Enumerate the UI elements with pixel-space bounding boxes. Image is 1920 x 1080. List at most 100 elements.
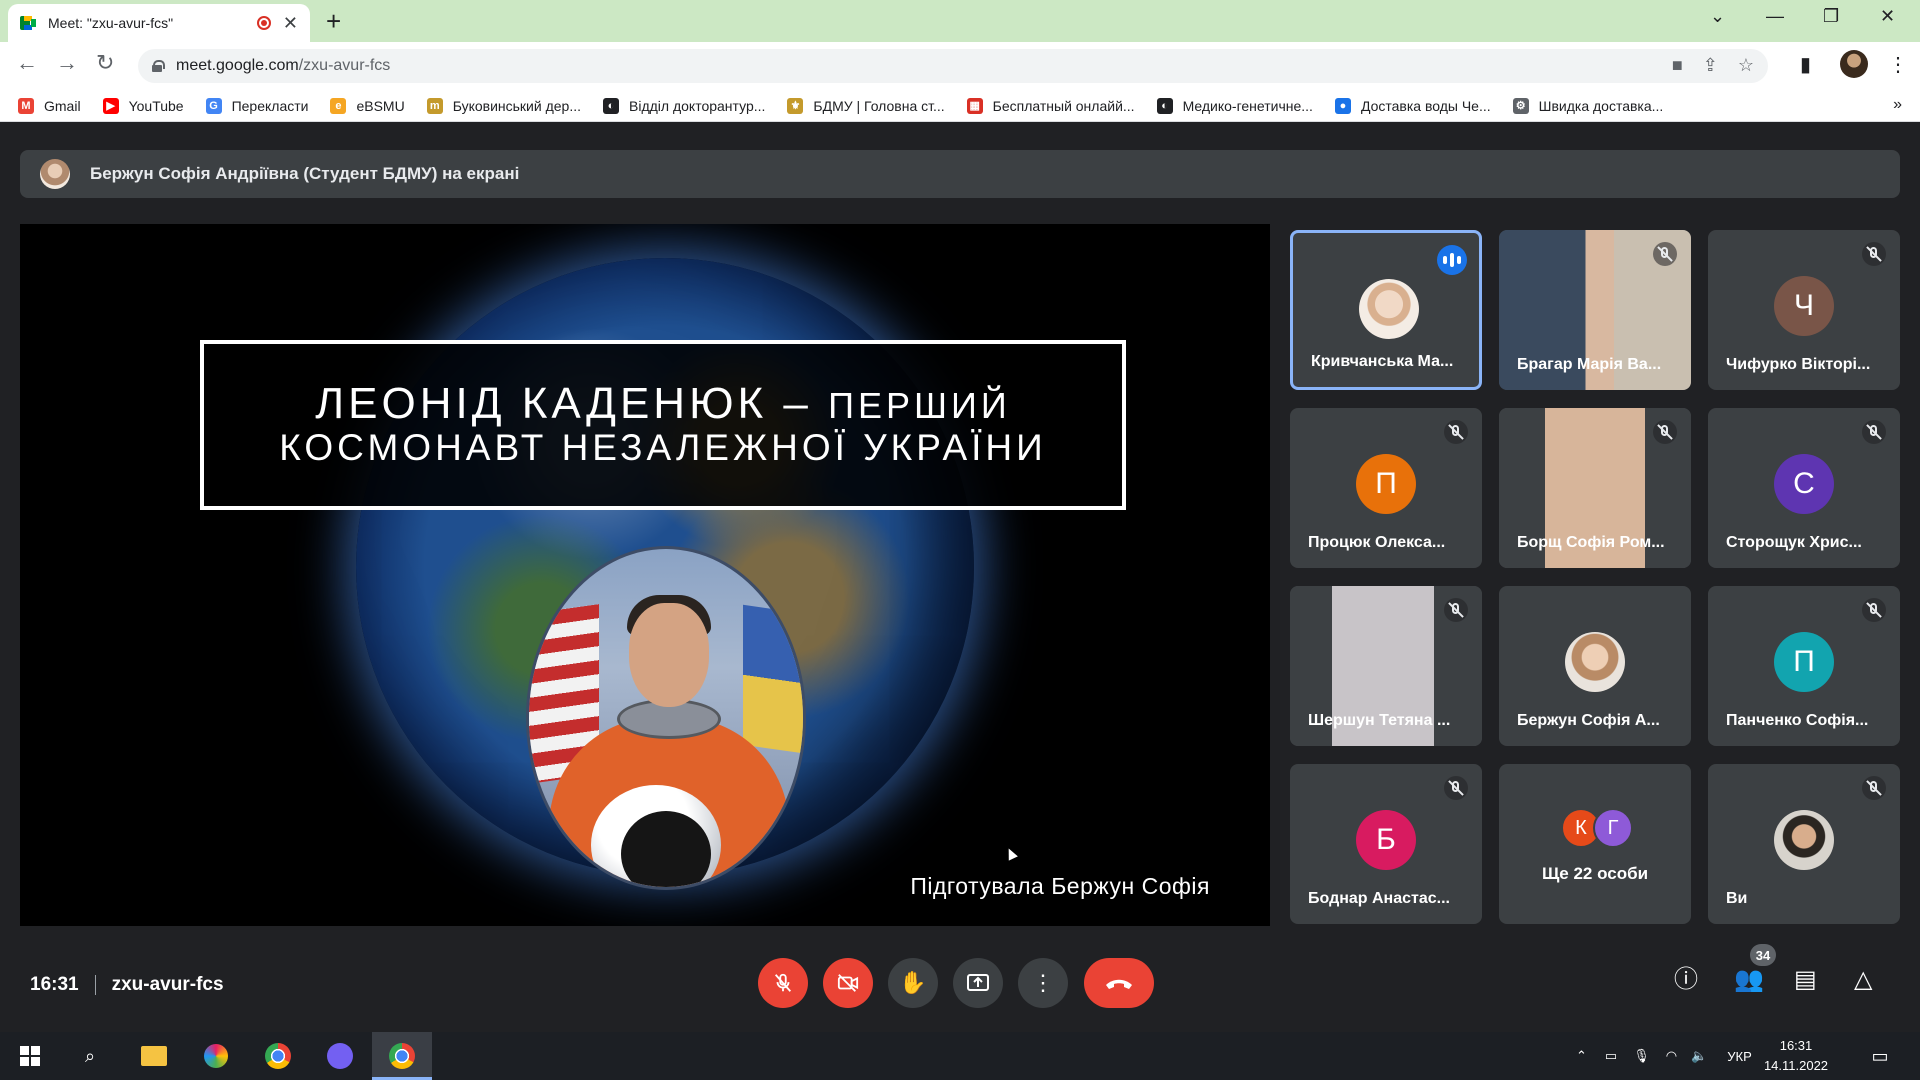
- tab-search-icon[interactable]: ⌄: [1710, 6, 1725, 27]
- participant-name: Процюк Олекса...: [1308, 534, 1446, 551]
- reload-icon[interactable]: ↻: [96, 52, 114, 74]
- participant-tile[interactable]: Ч Чифурко Вікторі...: [1708, 230, 1900, 390]
- presenter-banner: Бержун Софія Андріївна (Студент БДМУ) на…: [20, 150, 1900, 198]
- microphone-icon[interactable]: 🎙: [1633, 1048, 1650, 1064]
- bookmark-favicon-icon: ◐: [603, 97, 619, 114]
- speaking-indicator-icon: [1437, 245, 1467, 275]
- forward-icon[interactable]: →: [56, 52, 78, 74]
- participant-name: Панченко Софія...: [1726, 712, 1869, 729]
- chrome-menu-icon[interactable]: ⋮: [1888, 52, 1908, 77]
- address-bar[interactable]: meet.google.com/zxu-avur-fcs ■ ⇪ ☆: [138, 49, 1768, 83]
- bookmark-item[interactable]: M Gmail: [18, 97, 81, 114]
- bookmark-item[interactable]: ▦ Бесплатный онлайй...: [966, 97, 1135, 114]
- mic-muted-icon: [1862, 776, 1886, 800]
- participant-count-badge: 34: [1750, 944, 1776, 966]
- astronaut-portrait: [526, 546, 806, 890]
- participant-name: Шершун Тетяна ...: [1308, 712, 1451, 729]
- participant-tile[interactable]: Шершун Тетяна ...: [1290, 586, 1482, 746]
- url-host: meet.google.com: [176, 57, 299, 74]
- close-window-button[interactable]: ✕: [1880, 6, 1895, 27]
- people-icon[interactable]: 👥: [1734, 968, 1764, 992]
- profile-avatar[interactable]: [1840, 50, 1868, 78]
- bookmark-label: Буковинський дер...: [452, 97, 581, 114]
- participant-tile[interactable]: П Процюк Олекса...: [1290, 408, 1482, 568]
- chrome-window-icon[interactable]: [386, 1040, 418, 1072]
- helmet-visor: [621, 811, 711, 887]
- bookmark-star-icon[interactable]: ☆: [1738, 55, 1754, 76]
- more-bookmarks-icon[interactable]: »: [1893, 96, 1902, 114]
- participant-tile[interactable]: Б Боднар Анастас...: [1290, 764, 1482, 924]
- activities-icon[interactable]: △: [1854, 968, 1872, 992]
- leave-call-button[interactable]: [1084, 958, 1154, 1008]
- hang-up-icon: [1106, 979, 1132, 989]
- taskbar-clock[interactable]: 16:31 14.11.2022: [1752, 1036, 1840, 1076]
- bookmark-item[interactable]: G Перекласти: [205, 97, 308, 114]
- google-meet-icon: [20, 16, 36, 30]
- start-button[interactable]: [14, 1040, 46, 1072]
- mic-muted-icon: [1862, 420, 1886, 444]
- new-tab-button[interactable]: +: [326, 8, 341, 34]
- participant-tile[interactable]: Кривчанська Ма...: [1290, 230, 1482, 390]
- prepared-by-text: Підготувала Бержун Софія: [910, 873, 1210, 899]
- participant-avatar: Б: [1356, 810, 1416, 870]
- chrome-icon[interactable]: [262, 1040, 294, 1072]
- slide-title-line-2: КОСМОНАВТ НЕЗАЛЕЖНОЇ УКРАЇНИ: [279, 426, 1047, 468]
- battery-icon[interactable]: ▭: [1605, 1048, 1617, 1064]
- bookmark-item[interactable]: e eBSMU: [330, 97, 405, 114]
- participant-tile[interactable]: С Сторощук Хрис...: [1708, 408, 1900, 568]
- system-tray: ⌃ ▭ 🎙 ◠ 🔈 УКР: [1576, 1032, 1752, 1080]
- raise-hand-button[interactable]: ✋: [888, 958, 938, 1008]
- meeting-info: 16:31 zxu-avur-fcs: [30, 974, 224, 996]
- microphone-off-button[interactable]: [758, 958, 808, 1008]
- browser-tab[interactable]: Meet: "zxu-avur-fcs" ✕: [8, 4, 310, 42]
- participant-avatar: П: [1774, 632, 1834, 692]
- participant-tile[interactable]: Борщ Софія Ром...: [1499, 408, 1691, 568]
- bookmark-item[interactable]: ◐ Медико-генетичне...: [1156, 97, 1313, 114]
- mic-muted-icon: [1862, 242, 1886, 266]
- lock-icon[interactable]: [152, 60, 165, 72]
- side-panel-icon[interactable]: ▮: [1800, 52, 1811, 77]
- volume-icon[interactable]: 🔈: [1691, 1048, 1707, 1064]
- maximize-button[interactable]: ❐: [1823, 6, 1839, 27]
- camera-off-button[interactable]: [823, 958, 873, 1008]
- bookmark-item[interactable]: ⚜ БДМУ | Головна ст...: [787, 97, 945, 114]
- file-explorer-icon[interactable]: [138, 1040, 170, 1072]
- chat-icon[interactable]: ▤: [1794, 968, 1817, 992]
- bookmark-item[interactable]: ● Доставка воды Че...: [1334, 97, 1491, 114]
- wifi-icon[interactable]: ◠: [1666, 1048, 1677, 1064]
- viber-icon[interactable]: [324, 1040, 356, 1072]
- bookmark-label: Бесплатный онлайй...: [992, 97, 1135, 114]
- participant-tile[interactable]: К Г Ще 22 особи: [1499, 764, 1691, 924]
- search-icon[interactable]: ⌕: [74, 1040, 106, 1072]
- participant-tile[interactable]: Брагар Марія Ва...: [1499, 230, 1691, 390]
- back-icon[interactable]: ←: [16, 52, 38, 74]
- input-language[interactable]: УКР: [1727, 1049, 1752, 1064]
- notifications-icon[interactable]: ▭: [1864, 1040, 1896, 1072]
- show-hidden-icons[interactable]: ⌃: [1576, 1048, 1587, 1064]
- camera-permission-icon[interactable]: ■: [1672, 55, 1683, 76]
- share-icon[interactable]: ⇪: [1703, 55, 1718, 76]
- meeting-details-icon[interactable]: ⓘ: [1674, 968, 1698, 992]
- participant-tile[interactable]: П Панченко Софія...: [1708, 586, 1900, 746]
- participant-grid: Кривчанська Ма... Брагар Марія Ва... Ч Чифу…: [1290, 230, 1900, 930]
- bookmark-item[interactable]: ⚙ Швидка доставка...: [1512, 97, 1664, 114]
- present-screen-button[interactable]: [953, 958, 1003, 1008]
- camera-off-icon: [837, 974, 859, 992]
- participant-tile[interactable]: Ви: [1708, 764, 1900, 924]
- minimize-button[interactable]: —: [1766, 6, 1784, 27]
- bookmark-label: Швидка доставка...: [1538, 97, 1664, 114]
- url-text[interactable]: meet.google.com/zxu-avur-fcs: [176, 57, 390, 75]
- participant-name: Ви: [1726, 890, 1748, 907]
- bookmark-item[interactable]: ▶ YouTube: [102, 97, 184, 114]
- more-options-button[interactable]: ⋮: [1018, 958, 1068, 1008]
- more-vert-icon: ⋮: [1032, 970, 1054, 995]
- bookmark-item[interactable]: ◐ Відділ докторантур...: [603, 97, 765, 114]
- bookmark-item[interactable]: m Буковинський дер...: [426, 97, 581, 114]
- meet-stage: Бержун Софія Андріївна (Студент БДМУ) на…: [0, 122, 1920, 1032]
- bookmark-label: eBSMU: [356, 97, 405, 114]
- participant-tile[interactable]: Бержун Софія А...: [1499, 586, 1691, 746]
- shared-screen[interactable]: ЛЕОНІД КАДЕНЮК – ПЕРШИЙ КОСМОНАВТ НЕЗАЛЕ…: [20, 224, 1270, 926]
- participant-name: Боднар Анастас...: [1308, 890, 1450, 907]
- close-tab-icon[interactable]: ✕: [283, 14, 298, 32]
- paint-app-icon[interactable]: [200, 1040, 232, 1072]
